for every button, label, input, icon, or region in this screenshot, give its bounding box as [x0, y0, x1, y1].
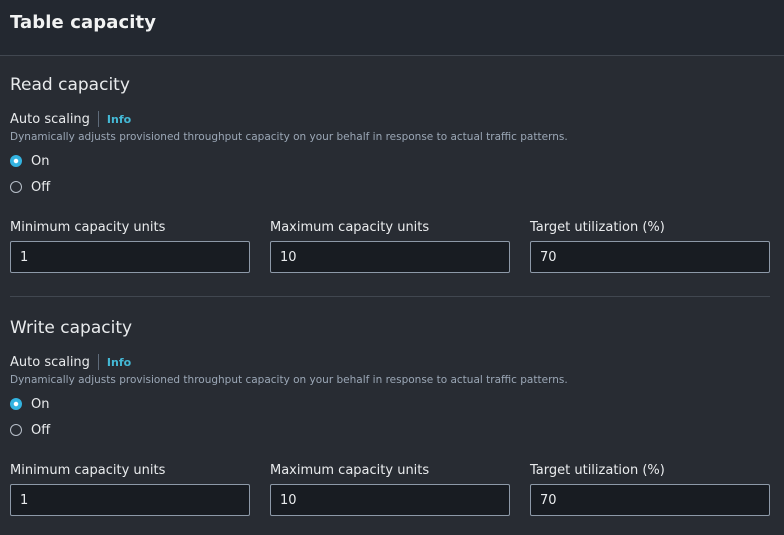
read-min-capacity-group: Minimum capacity units [10, 220, 250, 276]
read-auto-scaling-label: Auto scaling [10, 111, 90, 127]
write-capacity-title: Write capacity [10, 318, 133, 338]
write-target-utilization-label: Target utilization (%) [530, 463, 665, 478]
read-capacity-title: Read capacity [10, 75, 130, 95]
panel-title: Table capacity [10, 12, 157, 33]
write-auto-scaling-description: Dynamically adjusts provisioned throughp… [10, 374, 568, 386]
read-target-utilization-input[interactable] [530, 241, 770, 273]
read-auto-scaling-label-row: Auto scaling Info [10, 110, 131, 128]
write-auto-scaling-label-row: Auto scaling Info [10, 353, 131, 371]
read-target-utilization-group: Target utilization (%) [530, 220, 770, 276]
write-auto-scaling-off-option[interactable]: Off [10, 421, 50, 439]
table-capacity-panel: Table capacity Read capacity Auto scalin… [0, 0, 784, 535]
radio-selected-icon[interactable] [10, 398, 22, 410]
label-divider [97, 354, 99, 370]
radio-unselected-icon[interactable] [10, 424, 22, 436]
label-divider [97, 111, 99, 127]
write-auto-scaling-on-label[interactable]: On [31, 397, 49, 412]
read-auto-scaling-off-option[interactable]: Off [10, 178, 50, 196]
write-min-capacity-label: Minimum capacity units [10, 463, 166, 478]
radio-unselected-icon[interactable] [10, 181, 22, 193]
write-auto-scaling-info-link[interactable]: Info [107, 356, 131, 369]
read-target-utilization-label: Target utilization (%) [530, 220, 665, 235]
read-max-capacity-input[interactable] [270, 241, 510, 273]
write-max-capacity-group: Maximum capacity units [270, 463, 510, 519]
read-auto-scaling-off-label[interactable]: Off [31, 180, 50, 195]
write-max-capacity-input[interactable] [270, 484, 510, 516]
write-min-capacity-group: Minimum capacity units [10, 463, 250, 519]
write-target-utilization-group: Target utilization (%) [530, 463, 770, 519]
write-auto-scaling-label: Auto scaling [10, 354, 90, 370]
write-target-utilization-input[interactable] [530, 484, 770, 516]
read-auto-scaling-description: Dynamically adjusts provisioned throughp… [10, 131, 568, 143]
read-capacity-section: Read capacity Auto scaling Info Dynamica… [10, 75, 770, 285]
read-auto-scaling-on-option[interactable]: On [10, 152, 49, 170]
read-min-capacity-label: Minimum capacity units [10, 220, 166, 235]
write-max-capacity-label: Maximum capacity units [270, 463, 430, 478]
write-capacity-section: Write capacity Auto scaling Info Dynamic… [10, 318, 770, 528]
read-max-capacity-group: Maximum capacity units [270, 220, 510, 276]
radio-selected-icon[interactable] [10, 155, 22, 167]
read-max-capacity-label: Maximum capacity units [270, 220, 430, 235]
read-auto-scaling-info-link[interactable]: Info [107, 113, 131, 126]
panel-header: Table capacity [0, 0, 784, 56]
write-min-capacity-input[interactable] [10, 484, 250, 516]
write-auto-scaling-on-option[interactable]: On [10, 395, 49, 413]
section-divider [10, 296, 770, 297]
read-auto-scaling-on-label[interactable]: On [31, 154, 49, 169]
read-min-capacity-input[interactable] [10, 241, 250, 273]
write-auto-scaling-off-label[interactable]: Off [31, 423, 50, 438]
